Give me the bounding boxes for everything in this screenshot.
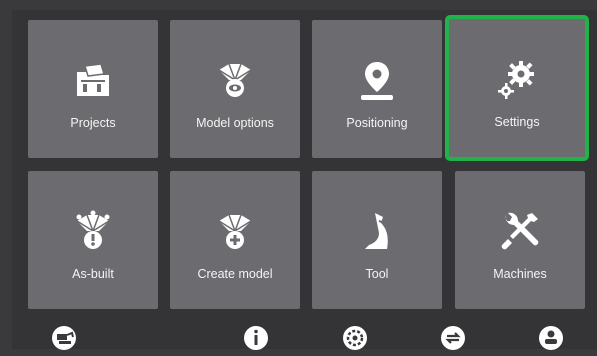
- tile-model-options[interactable]: Model options: [170, 20, 300, 158]
- tile-label: Machines: [493, 267, 547, 281]
- tile-create-model[interactable]: Create model: [170, 171, 300, 309]
- tile-positioning[interactable]: Positioning: [312, 20, 442, 158]
- excavator-icon[interactable]: [51, 325, 77, 351]
- sync-icon[interactable]: [440, 325, 466, 351]
- tile-machines[interactable]: Machines: [455, 171, 585, 309]
- tile-tool[interactable]: Tool: [312, 171, 442, 309]
- wrench-screwdriver-icon: [455, 209, 585, 269]
- gear-cycle-icon[interactable]: [342, 325, 368, 351]
- settings-gears-icon: [448, 58, 586, 118]
- user-machine-icon[interactable]: [538, 325, 564, 351]
- model-options-icon: [170, 58, 300, 118]
- tile-label: Create model: [197, 267, 273, 281]
- tile-label: Tool: [365, 267, 389, 281]
- tile-label: Model options: [196, 116, 274, 130]
- info-icon[interactable]: [243, 325, 269, 351]
- tile-label: Settings: [494, 115, 540, 129]
- tile-label: Positioning: [346, 116, 408, 130]
- bottom-bar: [0, 316, 597, 351]
- tile-label: As-built: [72, 267, 114, 281]
- tile-projects[interactable]: Projects: [28, 20, 158, 158]
- tile-as-built[interactable]: As-built: [28, 171, 158, 309]
- projects-icon: [28, 58, 158, 118]
- bucket-tool-icon: [312, 209, 442, 269]
- create-model-icon: [170, 209, 300, 269]
- tile-label: Projects: [70, 116, 116, 130]
- as-built-icon: [28, 209, 158, 269]
- positioning-pin-icon: [312, 58, 442, 118]
- tile-settings[interactable]: Settings: [445, 15, 589, 161]
